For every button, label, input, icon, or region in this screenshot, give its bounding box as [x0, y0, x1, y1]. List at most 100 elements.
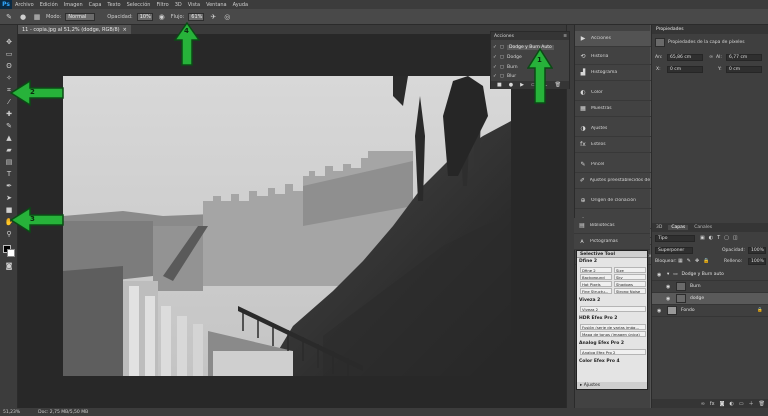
- menu-filtro[interactable]: Filtro: [153, 2, 171, 8]
- pen-tool-icon[interactable]: ✒: [4, 181, 14, 191]
- action-item[interactable]: Blur: [507, 74, 516, 79]
- brush-tool-icon[interactable]: ✎: [4, 12, 14, 22]
- dock-item-bibliotecas[interactable]: ▤ Bibliotecas: [574, 218, 650, 234]
- layer-row-fondo[interactable]: ◉ Fondo 🔒: [652, 305, 768, 317]
- layer-kind-filter[interactable]: Tipo: [655, 235, 695, 242]
- filter-shape-icon[interactable]: ▢: [724, 235, 729, 241]
- menu-edicion[interactable]: Edición: [37, 2, 61, 8]
- blend-mode-select[interactable]: Superponer: [655, 247, 693, 254]
- layer-opacity-input[interactable]: 100%: [748, 247, 766, 254]
- dfine-button[interactable]: Dfine 2: [580, 267, 612, 273]
- tab-capas[interactable]: Capas: [668, 225, 689, 230]
- eye-icon[interactable]: ◉: [657, 272, 663, 278]
- hdr-tonemap-button[interactable]: Mapa de tonos (imagen única): [580, 331, 646, 337]
- healing-tool-icon[interactable]: ✚: [4, 109, 14, 119]
- check-icon[interactable]: ✓: [493, 45, 497, 50]
- delete-icon[interactable]: 🗑: [555, 82, 561, 88]
- mode-select[interactable]: Normal: [65, 12, 96, 21]
- sky-button[interactable]: Sky: [614, 274, 646, 280]
- action-item[interactable]: Burn: [507, 65, 518, 70]
- menu-archivo[interactable]: Archivo: [12, 2, 37, 8]
- fine-structure-button[interactable]: Fine Structu...: [580, 288, 612, 294]
- brush-preset-icon[interactable]: ●: [18, 12, 28, 22]
- new-group-icon[interactable]: ▭: [739, 401, 744, 407]
- section-color-efex[interactable]: Color Efex Pro 4: [579, 359, 620, 364]
- layer-row-burn[interactable]: ◉ Burn: [652, 281, 768, 293]
- width-input[interactable]: 65,86 cm: [667, 54, 703, 61]
- pressure-size-icon[interactable]: ◎: [222, 12, 232, 22]
- analog-button[interactable]: Analog Efex Pro 2: [580, 349, 646, 355]
- document-tab[interactable]: 11 - copia.jpg al 51,2% (dodge, RGB/8) ×: [18, 25, 131, 34]
- hot-pixels-button[interactable]: Hot Pixels: [580, 281, 612, 287]
- marquee-tool-icon[interactable]: ▭: [4, 49, 14, 59]
- brush-tool-icon[interactable]: ✎: [4, 121, 14, 131]
- stop-icon[interactable]: ■: [497, 82, 502, 88]
- dock-item-color[interactable]: ◐ Color: [575, 85, 651, 101]
- quick-mask-icon[interactable]: ◙: [4, 261, 14, 271]
- filter-type-icon[interactable]: T: [717, 235, 720, 241]
- eye-icon[interactable]: ◉: [657, 308, 663, 314]
- chevron-down-icon[interactable]: ▾: [667, 272, 669, 277]
- menu-imagen[interactable]: Imagen: [61, 2, 86, 8]
- lasso-tool-icon[interactable]: ʘ: [4, 61, 14, 71]
- dock-item-histograma[interactable]: ▟ Histograma: [575, 65, 651, 81]
- menu-vista[interactable]: Vista: [185, 2, 203, 8]
- background-color-swatch[interactable]: [7, 249, 15, 257]
- size-button[interactable]: Size: [614, 267, 646, 273]
- dock-item-historia[interactable]: ⟲ Historia: [575, 49, 651, 65]
- shadows-button[interactable]: Shadows: [614, 281, 646, 287]
- toggle-dialog-icon[interactable]: ▢: [500, 45, 504, 50]
- viveza-button[interactable]: Viveza 2: [580, 306, 646, 312]
- background-button[interactable]: Background: [580, 274, 612, 280]
- dock-item-acciones[interactable]: ▶ Acciones: [575, 31, 651, 47]
- height-input[interactable]: 6,77 cm: [726, 54, 762, 61]
- delete-layer-icon[interactable]: 🗑: [759, 401, 765, 407]
- ajustes-footer[interactable]: ▸ Ajustes: [577, 382, 647, 389]
- dock-item-estilos[interactable]: fx Estilos: [575, 137, 651, 153]
- close-icon[interactable]: ×: [123, 27, 127, 33]
- layer-row-group[interactable]: ◉ ▾ ▭ Dodge y Burn auto: [652, 269, 768, 281]
- dock-item-pincel[interactable]: ✎ Pincel: [575, 157, 651, 173]
- play-icon[interactable]: ▶: [520, 82, 524, 88]
- filter-adjust-icon[interactable]: ◐: [709, 235, 713, 241]
- airbrush-icon[interactable]: ✈: [208, 12, 218, 22]
- filter-pixel-icon[interactable]: ▣: [700, 235, 705, 241]
- menu-capa[interactable]: Capa: [86, 2, 105, 8]
- menu-3d[interactable]: 3D: [172, 2, 185, 8]
- opacity-input[interactable]: 10%: [136, 12, 153, 21]
- check-icon[interactable]: ✓: [493, 74, 497, 79]
- gradient-tool-icon[interactable]: ▤: [4, 157, 14, 167]
- toggle-dialog-icon[interactable]: ▢: [500, 55, 504, 60]
- pressure-opacity-icon[interactable]: ◉: [157, 12, 167, 22]
- dock-item-ajustes[interactable]: ◑ Ajustes: [575, 121, 651, 137]
- record-icon[interactable]: ●: [509, 82, 513, 88]
- flow-input[interactable]: 61%: [188, 12, 205, 21]
- menu-ventana[interactable]: Ventana: [203, 2, 230, 8]
- tab-canales[interactable]: Canales: [694, 225, 712, 230]
- move-tool-icon[interactable]: ✥: [4, 37, 14, 47]
- lock-all-icon[interactable]: 🔒: [703, 258, 709, 264]
- mask-icon[interactable]: ◙: [720, 401, 725, 407]
- eye-icon[interactable]: ◉: [666, 284, 672, 290]
- zoom-level[interactable]: 51,23%: [3, 410, 20, 415]
- tab-3d[interactable]: 3D: [656, 225, 662, 230]
- lock-move-icon[interactable]: ✥: [695, 258, 699, 264]
- action-item[interactable]: Dodge: [507, 55, 522, 60]
- section-hdr[interactable]: HDR Efex Pro 2: [579, 316, 617, 321]
- lock-pixels-icon[interactable]: ▦: [678, 258, 683, 264]
- check-icon[interactable]: ✓: [493, 55, 497, 60]
- layer-name[interactable]: Burn: [690, 284, 701, 289]
- layer-name[interactable]: Fondo: [681, 308, 695, 313]
- lock-paint-icon[interactable]: ✎: [687, 258, 691, 264]
- menu-texto[interactable]: Texto: [104, 2, 123, 8]
- new-layer-icon[interactable]: ＋: [749, 400, 754, 407]
- fx-icon[interactable]: fx: [710, 401, 715, 407]
- adjustment-layer-icon[interactable]: ◐: [730, 401, 734, 407]
- path-select-tool-icon[interactable]: ➤: [4, 193, 14, 203]
- section-dfine[interactable]: Dfine 2: [579, 259, 597, 264]
- eye-icon[interactable]: ◉: [666, 296, 672, 302]
- dock-item-origen-clonacion[interactable]: ⊕ Origen de clonación: [575, 193, 651, 209]
- link-layers-icon[interactable]: ∞: [701, 401, 705, 407]
- section-viveza[interactable]: Viveza 2: [579, 298, 600, 303]
- strong-noise-button[interactable]: Strong Noise: [614, 288, 646, 294]
